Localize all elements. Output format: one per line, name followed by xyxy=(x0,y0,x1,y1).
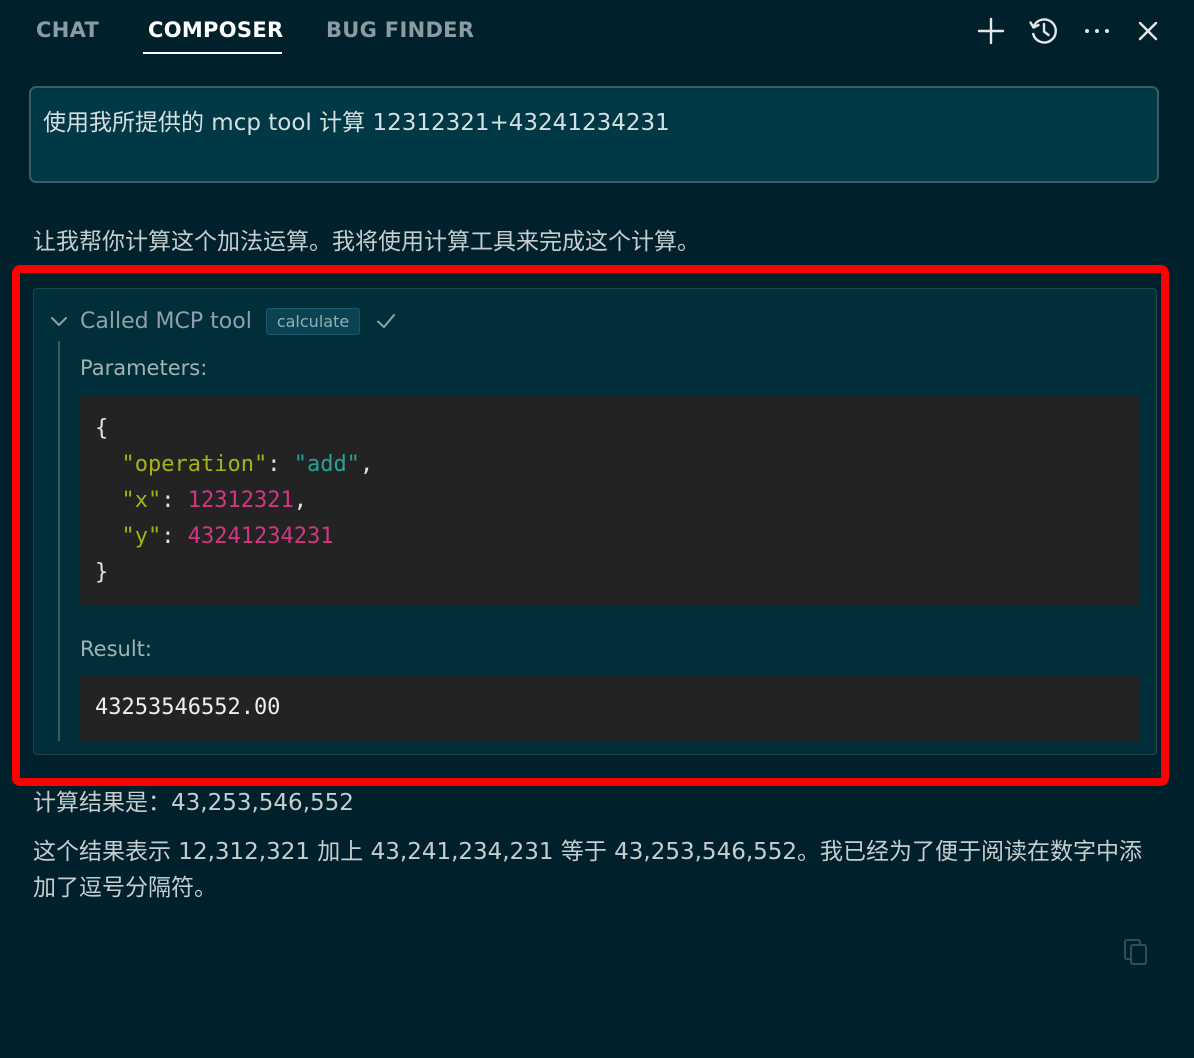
json-line-operation: "operation": "add", xyxy=(121,452,374,477)
json-value: 12312321 xyxy=(187,488,294,513)
tab-bar: CHAT COMPOSER BUG FINDER xyxy=(0,0,1194,62)
tab-composer[interactable]: COMPOSER xyxy=(148,18,283,42)
prompt-input[interactable]: 使用我所提供的 mcp tool 计算 12312321+43241234231 xyxy=(29,86,1159,183)
json-line-x: "x": 12312321, xyxy=(121,488,307,513)
tool-name-badge: calculate xyxy=(265,307,361,335)
parameters-code-block: { "operation": "add", "x": 12312321, "y"… xyxy=(80,395,1140,606)
active-tab-indicator xyxy=(143,52,282,54)
check-icon xyxy=(377,314,396,328)
prompt-text: 使用我所提供的 mcp tool 计算 12312321+43241234231 xyxy=(43,110,670,136)
result-label: Result: xyxy=(80,637,152,661)
json-separator: , xyxy=(359,452,374,477)
tool-call-header[interactable]: Called MCP tool calculate xyxy=(48,303,398,339)
json-close-brace: } xyxy=(95,560,109,585)
plus-icon[interactable] xyxy=(974,14,1008,48)
json-separator: , xyxy=(293,488,307,513)
tab-bug-finder[interactable]: BUG FINDER xyxy=(326,18,474,42)
json-key: "y" xyxy=(121,524,162,549)
json-open-brace: { xyxy=(95,416,109,441)
json-key: "operation" xyxy=(121,452,268,477)
json-value: 43241234231 xyxy=(187,524,334,549)
json-line-y: "y": 43241234231 xyxy=(121,524,334,549)
parameters-label: Parameters: xyxy=(80,356,208,380)
close-icon[interactable] xyxy=(1131,14,1165,48)
copy-icon[interactable] xyxy=(1122,937,1150,967)
assistant-result-line: 计算结果是：43,253,546,552 xyxy=(33,790,354,816)
chevron-down-icon[interactable] xyxy=(48,310,70,332)
json-key: "x" xyxy=(121,488,162,513)
result-value: 43253546552.00 xyxy=(95,695,281,720)
tab-chat[interactable]: CHAT xyxy=(36,18,99,42)
history-icon[interactable] xyxy=(1027,14,1061,48)
tool-body-rule xyxy=(58,341,60,741)
result-code-block: 43253546552.00 xyxy=(80,675,1140,741)
assistant-intro: 让我帮你计算这个加法运算。我将使用计算工具来完成这个计算。 xyxy=(33,229,700,255)
more-icon[interactable] xyxy=(1080,14,1114,48)
json-value: "add" xyxy=(293,452,360,477)
assistant-explanation: 这个结果表示 12,312,321 加上 43,241,234,231 等于 4… xyxy=(33,839,1143,901)
tool-call-card: Called MCP tool calculate Parameters: { … xyxy=(33,288,1157,755)
tool-call-title: Called MCP tool xyxy=(80,308,252,334)
